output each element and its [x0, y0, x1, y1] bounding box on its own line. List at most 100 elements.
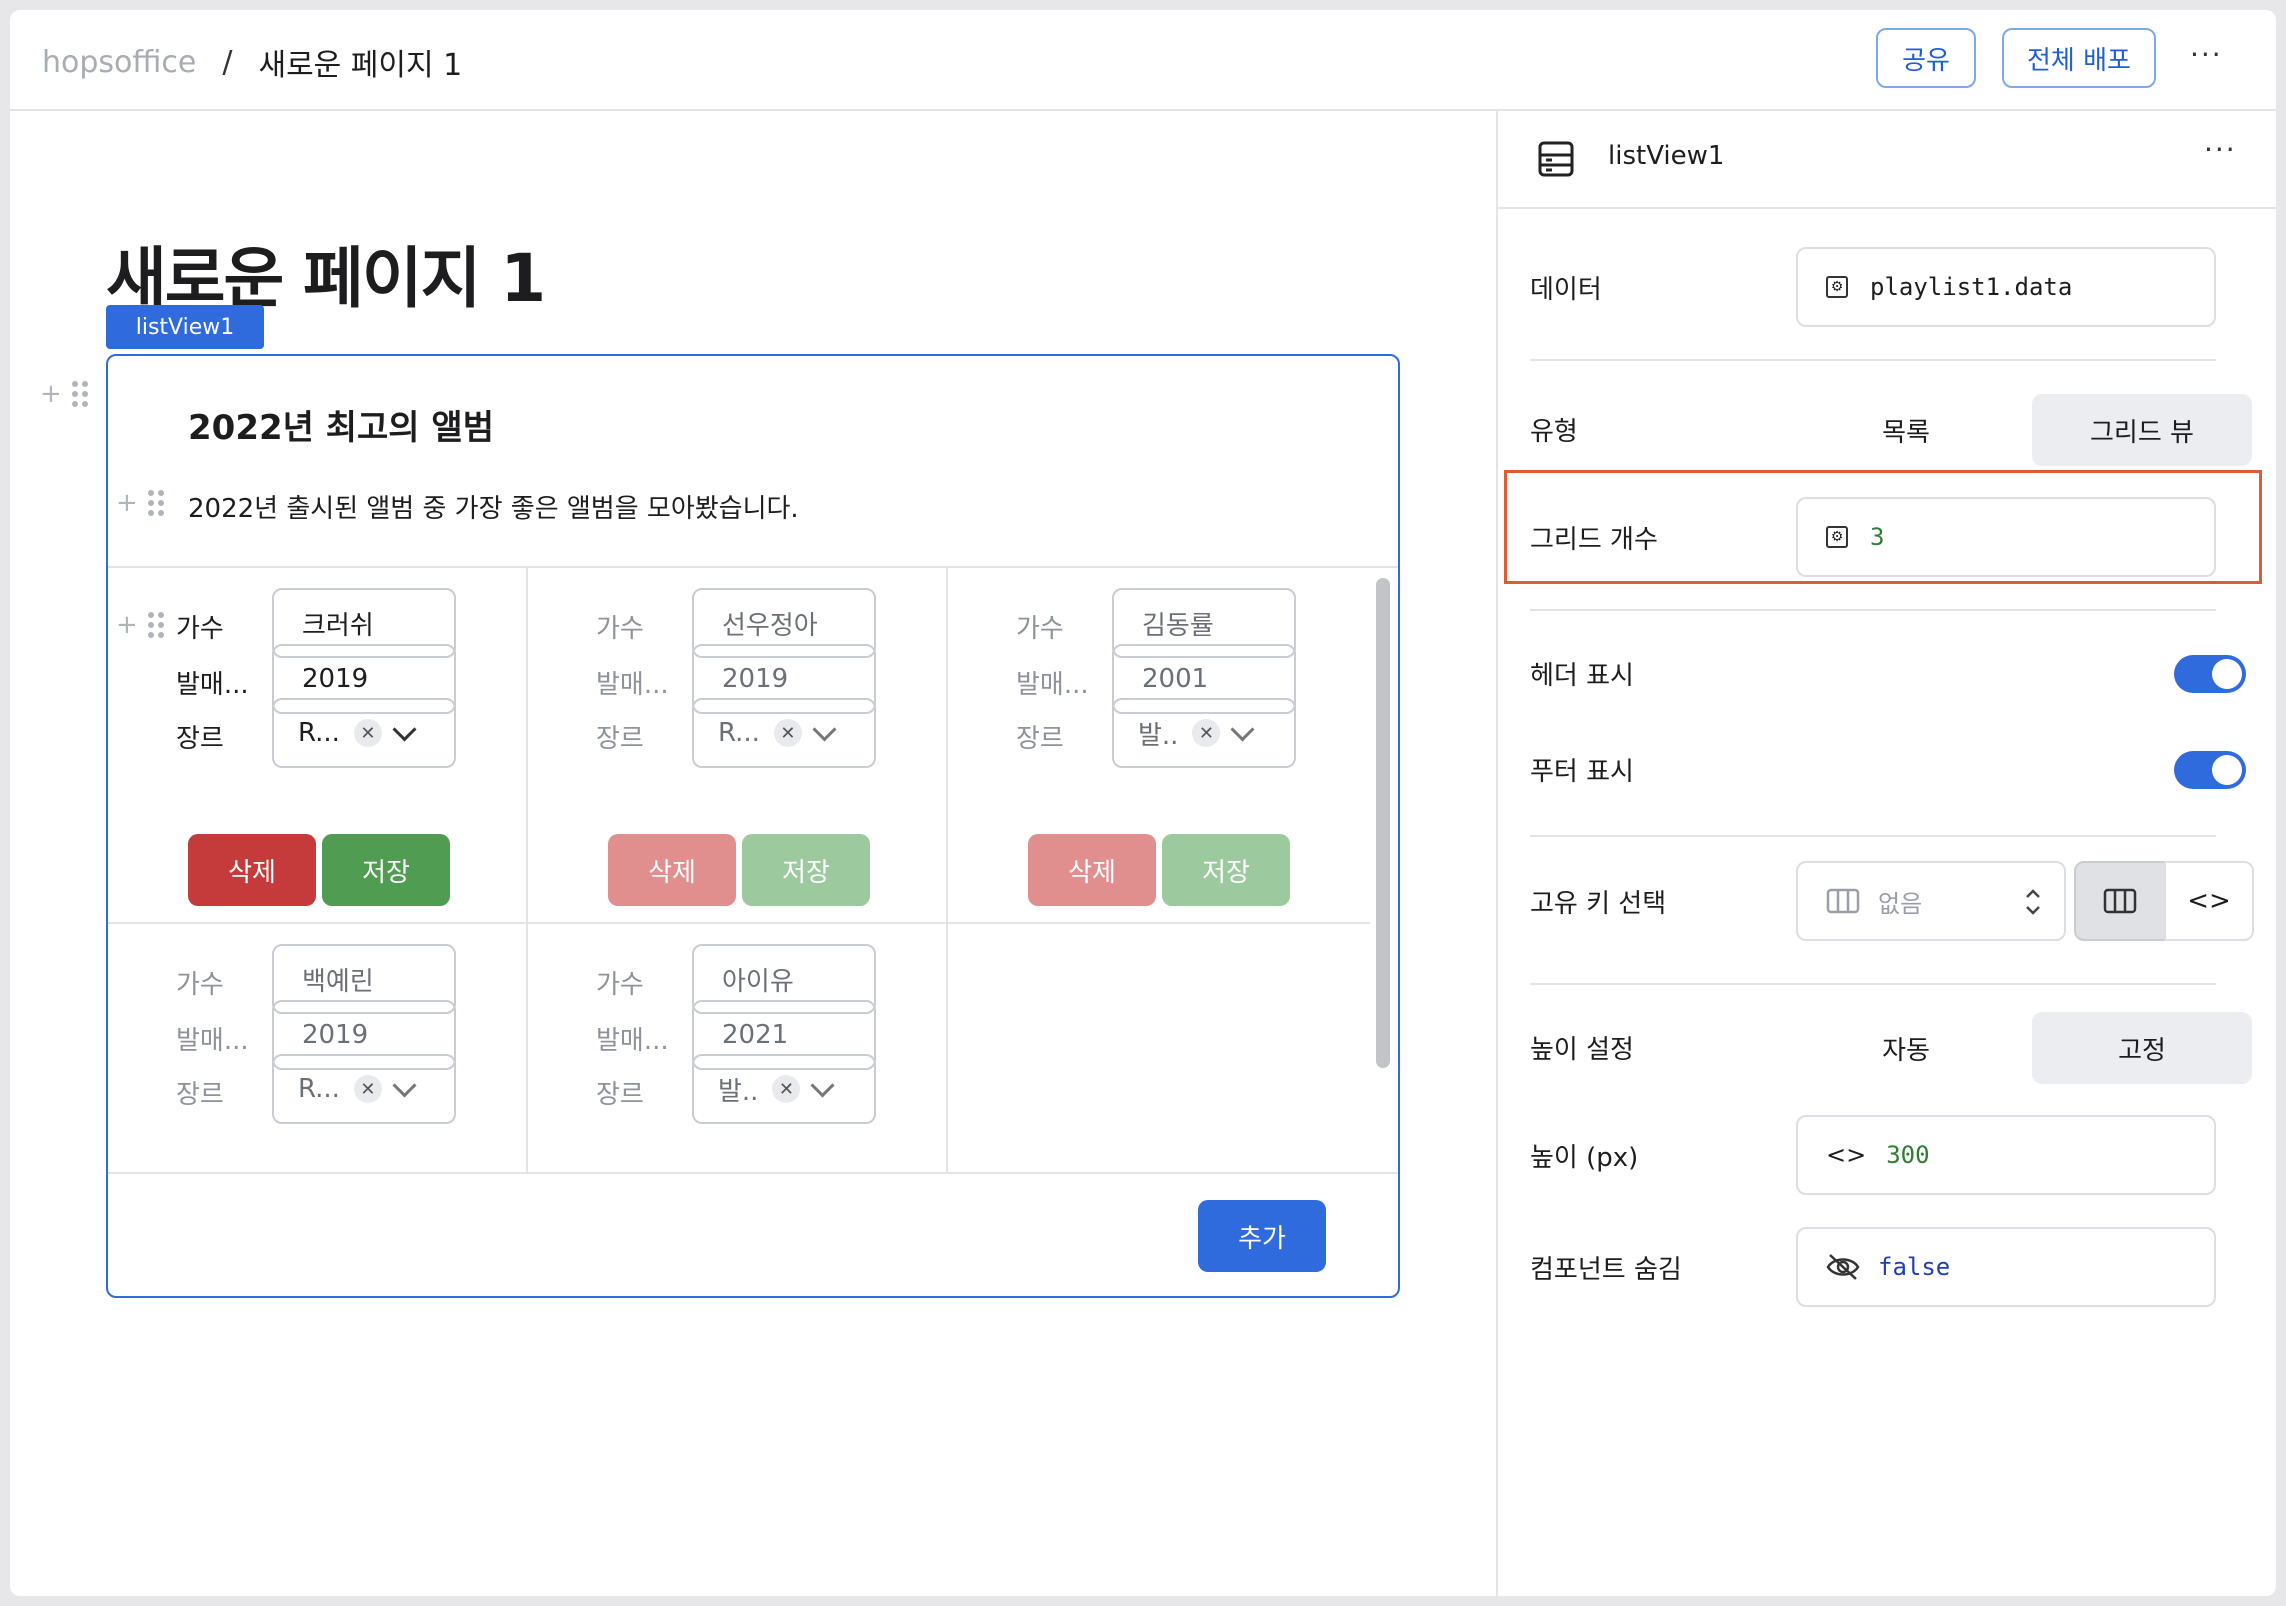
column-mode-button[interactable]: [2074, 861, 2166, 941]
release-label: 발매...: [596, 1026, 669, 1056]
hidden-value: false: [1878, 1253, 1951, 1281]
hidden-label: 컴포넌트 숨김: [1530, 1255, 1682, 1285]
clear-icon[interactable]: ✕: [353, 1075, 382, 1103]
code-icon: <>: [2187, 886, 2231, 916]
genre-select[interactable]: R... ✕: [272, 698, 456, 768]
hidden-field[interactable]: false: [1796, 1227, 2216, 1307]
grid-scrollbar[interactable]: [1376, 578, 1390, 1068]
height-option-fixed[interactable]: 고정: [2032, 1012, 2252, 1084]
genre-select[interactable]: R... ✕: [272, 1054, 456, 1124]
panel-header: listView1 ···: [1498, 111, 2276, 209]
height-px-label: 높이 (px): [1530, 1143, 1639, 1173]
clear-icon[interactable]: ✕: [353, 719, 382, 747]
type-option-grid[interactable]: 그리드 뷰: [2032, 394, 2252, 466]
singer-label: 가수: [176, 970, 224, 1000]
height-px-value: 300: [1886, 1141, 1930, 1169]
grid-item: + 가수 크러쉬 발매... 2019 장르 R... ✕ 삭제 저장: [108, 568, 526, 922]
data-field[interactable]: ⚙ playlist1.data: [1796, 247, 2216, 327]
component-name[interactable]: listView1: [1608, 141, 1724, 171]
type-label: 유형: [1530, 417, 1578, 447]
data-label: 데이터: [1530, 275, 1602, 305]
release-label: 발매...: [596, 670, 669, 700]
genre-select[interactable]: R... ✕: [692, 698, 876, 768]
more-menu-icon[interactable]: ···: [2190, 38, 2223, 71]
height-mode-label: 높이 설정: [1530, 1035, 1634, 1065]
breadcrumb-org[interactable]: hopsoffice: [42, 45, 196, 80]
save-button[interactable]: 저장: [1162, 834, 1290, 906]
genre-select[interactable]: 발.. ✕: [1112, 698, 1296, 768]
release-label: 발매...: [176, 670, 249, 700]
desc-drag-controls[interactable]: +: [116, 488, 164, 518]
data-value: playlist1.data: [1870, 273, 2073, 301]
eye-off-icon: [1826, 1254, 1860, 1280]
gear-box-icon: ⚙: [1826, 276, 1848, 298]
show-header-label: 헤더 표시: [1530, 661, 1634, 691]
chevron-down-icon[interactable]: [1230, 716, 1255, 742]
unique-key-label: 고유 키 선택: [1530, 889, 1667, 919]
columns-icon: [1826, 888, 1860, 914]
add-icon[interactable]: +: [40, 379, 62, 409]
delete-button[interactable]: 삭제: [1028, 834, 1156, 906]
list-view[interactable]: 2022년 최고의 앨범 + 2022년 출시된 앨범 중 가장 좋은 앨범을 …: [106, 354, 1400, 1298]
clear-icon[interactable]: ✕: [772, 1075, 801, 1103]
breadcrumb-separator: /: [222, 44, 233, 80]
chevron-down-icon[interactable]: [810, 1072, 835, 1098]
genre-value: 발..: [1138, 720, 1179, 751]
editor-canvas: 새로운 페이지 1 listView1 + 2022년 최고의 앨범 + 202…: [10, 111, 1496, 1596]
properties-panel: listView1 ··· 데이터 ⚙ playlist1.data 유형 목록…: [1496, 111, 2276, 1596]
show-header-toggle[interactable]: [2174, 655, 2246, 693]
item-drag-controls[interactable]: +: [116, 610, 164, 640]
genre-select[interactable]: 발.. ✕: [692, 1054, 876, 1124]
save-button[interactable]: 저장: [322, 834, 450, 906]
delete-button[interactable]: 삭제: [608, 834, 736, 906]
drag-handle-icon[interactable]: [71, 381, 88, 407]
top-bar: hopsoffice / 새로운 페이지 1 공유 전체 배포 ···: [10, 10, 2276, 111]
code-icon: <>: [1826, 1141, 1867, 1169]
clear-icon[interactable]: ✕: [1192, 719, 1221, 747]
type-option-list[interactable]: 목록: [1796, 394, 2016, 466]
app-window: hopsoffice / 새로운 페이지 1 공유 전체 배포 ··· 새로운 …: [10, 10, 2276, 1596]
component-tag[interactable]: listView1: [106, 305, 264, 349]
genre-label: 장르: [596, 724, 644, 754]
genre-label: 장르: [596, 1080, 644, 1110]
show-footer-label: 푸터 표시: [1530, 757, 1634, 787]
drag-handle-icon[interactable]: [147, 490, 164, 516]
add-button[interactable]: 추가: [1198, 1200, 1326, 1272]
genre-value: R...: [298, 1074, 340, 1104]
breadcrumb: hopsoffice / 새로운 페이지 1: [42, 40, 462, 84]
chevron-down-icon[interactable]: [392, 1072, 417, 1098]
release-label: 발매...: [1016, 670, 1089, 700]
code-mode-button[interactable]: <>: [2164, 861, 2254, 941]
share-button[interactable]: 공유: [1876, 28, 1976, 88]
grid-item: 가수 백예린 발매... 2019 장르 R... ✕: [108, 924, 526, 1172]
unique-key-placeholder: 없음: [1878, 889, 1923, 918]
genre-label: 장르: [176, 1080, 224, 1110]
add-icon[interactable]: +: [116, 610, 138, 640]
listview-drag-controls[interactable]: +: [40, 379, 88, 409]
singer-label: 가수: [596, 614, 644, 644]
unique-key-select[interactable]: 없음: [1796, 861, 2066, 941]
list-header-title[interactable]: 2022년 최고의 앨범: [188, 400, 494, 449]
list-header-description[interactable]: 2022년 출시된 앨범 중 가장 좋은 앨범을 모아봤습니다.: [188, 488, 799, 525]
singer-label: 가수: [596, 970, 644, 1000]
height-option-auto[interactable]: 자동: [1796, 1012, 2016, 1084]
chevron-down-icon[interactable]: [812, 716, 837, 742]
height-px-field[interactable]: <> 300: [1796, 1115, 2216, 1195]
grid-item: 가수 아이유 발매... 2021 장르 발.. ✕: [528, 924, 946, 1172]
singer-label: 가수: [1016, 614, 1064, 644]
save-button[interactable]: 저장: [742, 834, 870, 906]
grid-items: + 가수 크러쉬 발매... 2019 장르 R... ✕ 삭제 저장 가수 선…: [108, 568, 1370, 1172]
drag-handle-icon[interactable]: [147, 612, 164, 638]
add-icon[interactable]: +: [116, 488, 138, 518]
genre-label: 장르: [1016, 724, 1064, 754]
clear-icon[interactable]: ✕: [773, 719, 802, 747]
show-footer-toggle[interactable]: [2174, 751, 2246, 789]
panel-more-icon[interactable]: ···: [2204, 133, 2237, 166]
delete-button[interactable]: 삭제: [188, 834, 316, 906]
deploy-all-button[interactable]: 전체 배포: [2002, 28, 2156, 88]
chevron-down-icon[interactable]: [392, 716, 417, 742]
listview-icon: [1538, 141, 1574, 177]
genre-value: 발..: [718, 1076, 759, 1107]
breadcrumb-page[interactable]: 새로운 페이지 1: [258, 40, 462, 84]
release-label: 발매...: [176, 1026, 249, 1056]
